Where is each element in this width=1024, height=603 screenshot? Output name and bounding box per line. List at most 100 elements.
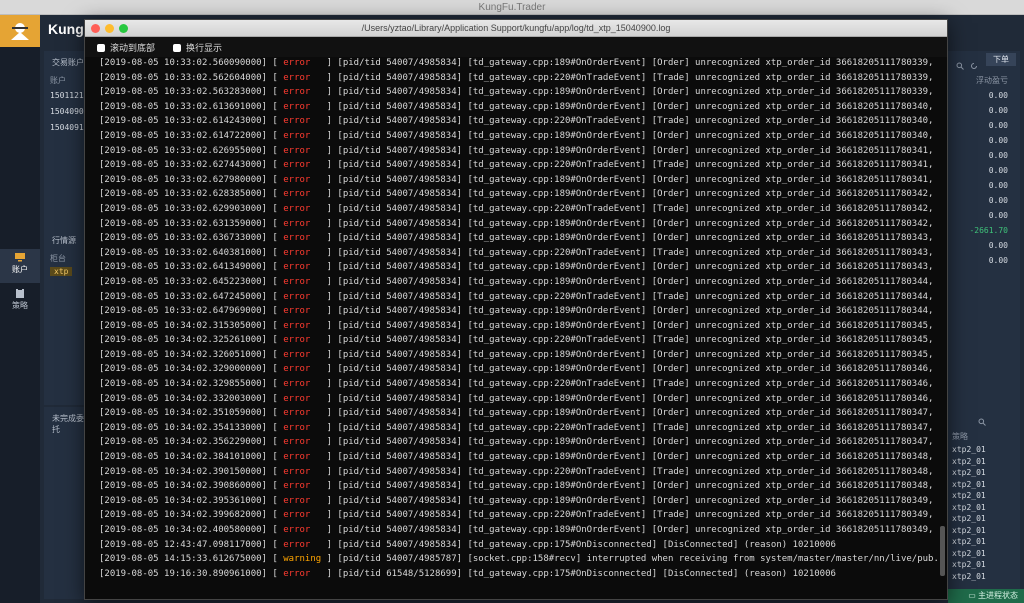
- log-level: error: [283, 174, 327, 185]
- log-line: [2019-08-05 10:33:02.562604000] [ error …: [99, 71, 939, 86]
- log-message: ] [pid/tid 54007/4985834] [td_gateway.cp…: [326, 466, 939, 477]
- log-line: [2019-08-05 10:34:02.399682000] [ error …: [99, 508, 939, 523]
- log-level: error: [283, 189, 327, 200]
- log-message: ] [pid/tid 54007/4985787] [socket.cpp:15…: [326, 554, 939, 565]
- maximize-icon[interactable]: [119, 24, 128, 33]
- log-timestamp: [2019-08-05 10:33:02.626955000] [: [99, 145, 284, 156]
- place-order-button[interactable]: 下单: [986, 53, 1016, 66]
- log-message: ] [pid/tid 54007/4985834] [td_gateway.cp…: [326, 320, 939, 331]
- pnl-value: 0.00: [988, 151, 1008, 160]
- log-line: [2019-08-05 10:33:02.627443000] [ error …: [99, 158, 939, 173]
- refresh-icon[interactable]: [970, 55, 978, 69]
- status-text: 主进程状态: [978, 591, 1018, 600]
- strategy-item[interactable]: xtp2_01: [952, 445, 986, 454]
- log-message: ] [pid/tid 54007/4985834] [td_gateway.cp…: [326, 349, 939, 360]
- strategy-item[interactable]: xtp2_01: [952, 537, 986, 546]
- log-message: ] [pid/tid 54007/4985834] [td_gateway.cp…: [326, 393, 939, 404]
- sidebar-item-strategy[interactable]: 策略: [0, 285, 40, 319]
- log-timestamp: [2019-08-05 10:34:02.332003000] [: [99, 393, 284, 404]
- log-level: error: [283, 335, 327, 346]
- log-window: /Users/yztao/Library/Application Support…: [84, 19, 948, 600]
- log-timestamp: [2019-08-05 10:33:02.628385000] [: [99, 189, 284, 200]
- col-float-pnl-header: 浮动盈亏: [976, 76, 1008, 85]
- main-process-status[interactable]: ▭ 主进程状态: [948, 589, 1024, 603]
- log-level: error: [283, 145, 327, 156]
- log-level: error: [283, 393, 327, 404]
- strategy-item[interactable]: xtp2_01: [952, 468, 986, 477]
- log-line: [2019-08-05 10:34:02.351059000] [ error …: [99, 406, 939, 421]
- log-level: error: [283, 218, 327, 229]
- log-level: error: [283, 525, 327, 535]
- log-line: [2019-08-05 10:33:02.560090000] [ error …: [99, 56, 939, 71]
- log-level: error: [283, 233, 327, 244]
- log-timestamp: [2019-08-05 10:33:02.640381000] [: [99, 247, 284, 258]
- kungfu-logo-icon: [11, 23, 29, 40]
- market-title: 行情源: [52, 236, 76, 245]
- wrap-display-checkbox[interactable]: 换行显示: [173, 41, 222, 54]
- log-window-title: /Users/yztao/Library/Application Support…: [361, 23, 671, 33]
- log-level: error: [283, 87, 327, 98]
- log-message: ] [pid/tid 54007/4985834] [td_gateway.cp…: [326, 335, 939, 346]
- log-line: [2019-08-05 19:16:30.890961000] [ error …: [99, 567, 939, 582]
- log-window-titlebar: /Users/yztao/Library/Application Support…: [85, 20, 947, 37]
- log-timestamp: [2019-08-05 10:33:02.627443000] [: [99, 160, 284, 171]
- log-line: [2019-08-05 10:34:02.395361000] [ error …: [99, 494, 939, 509]
- sidebar-item-label: 策略: [12, 301, 28, 310]
- log-line: [2019-08-05 10:34:02.390860000] [ error …: [99, 479, 939, 494]
- log-timestamp: [2019-08-05 10:34:02.356229000] [: [99, 437, 284, 448]
- minimize-icon[interactable]: [105, 24, 114, 33]
- log-line: [2019-08-05 10:34:02.329855000] [ error …: [99, 377, 939, 392]
- log-line: [2019-08-05 10:34:02.390150000] [ error …: [99, 465, 939, 480]
- log-message: ] [pid/tid 54007/4985834] [td_gateway.cp…: [326, 101, 939, 112]
- pnl-value: 0.00: [988, 241, 1008, 250]
- log-level: error: [283, 116, 327, 127]
- close-icon[interactable]: [91, 24, 100, 33]
- log-message: ] [pid/tid 54007/4985834] [td_gateway.cp…: [326, 87, 939, 98]
- log-message: ] [pid/tid 54007/4985834] [td_gateway.cp…: [326, 291, 939, 302]
- log-level: warning: [283, 554, 327, 565]
- strategy-item[interactable]: xtp2_01: [952, 457, 986, 466]
- log-message: ] [pid/tid 54007/4985834] [td_gateway.cp…: [326, 203, 939, 214]
- log-message: ] [pid/tid 54007/4985834] [td_gateway.cp…: [326, 189, 939, 200]
- account-row-3[interactable]: 15040910: [50, 123, 89, 132]
- log-level: error: [283, 203, 327, 214]
- strategy-item[interactable]: xtp2_01: [952, 480, 986, 489]
- brand-logo: [0, 15, 40, 47]
- strategy-item[interactable]: xtp2_01: [952, 526, 986, 535]
- log-line: [2019-08-05 10:34:02.325261000] [ error …: [99, 333, 939, 348]
- orders-title: 未完成委托: [52, 414, 84, 434]
- log-level: error: [283, 130, 327, 141]
- log-timestamp: [2019-08-05 10:33:02.645223000] [: [99, 276, 284, 287]
- sidebar-item-accounts[interactable]: 账户: [0, 249, 40, 283]
- strategy-item[interactable]: xtp2_01: [952, 572, 986, 581]
- search-icon[interactable]: [956, 55, 964, 70]
- log-level: error: [283, 262, 327, 273]
- strategy-item[interactable]: xtp2_01: [952, 514, 986, 523]
- log-message: ] [pid/tid 54007/4985834] [td_gateway.cp…: [326, 160, 939, 171]
- strategy-item[interactable]: xtp2_01: [952, 560, 986, 569]
- strategy-item[interactable]: xtp2_01: [952, 491, 986, 500]
- log-scrollbar[interactable]: [940, 56, 945, 576]
- scroll-to-bottom-label: 滚动到底部: [110, 42, 156, 53]
- log-level: error: [283, 437, 327, 448]
- log-timestamp: [2019-08-05 10:34:02.315305000] [: [99, 320, 284, 331]
- log-message: ] [pid/tid 54007/4985834] [td_gateway.cp…: [326, 437, 939, 448]
- log-line: [2019-08-05 10:34:02.400580000] [ error …: [99, 523, 939, 538]
- log-line: [2019-08-05 10:34:02.315305000] [ error …: [99, 319, 939, 334]
- log-message: ] [pid/tid 54007/4985834] [td_gateway.cp…: [326, 306, 939, 317]
- account-row-1[interactable]: 15011218: [50, 91, 89, 100]
- log-level: error: [283, 408, 327, 419]
- strategy-item[interactable]: xtp2_01: [952, 549, 986, 558]
- scroll-to-bottom-checkbox[interactable]: 滚动到底部: [97, 41, 155, 54]
- log-level: error: [283, 466, 327, 477]
- log-timestamp: [2019-08-05 10:33:02.562604000] [: [99, 72, 284, 83]
- strategy-search-icon[interactable]: [978, 411, 986, 426]
- strategy-item[interactable]: xtp2_01: [952, 503, 986, 512]
- log-timestamp: [2019-08-05 10:33:02.614243000] [: [99, 116, 284, 127]
- log-level: error: [283, 495, 327, 506]
- market-source-tag: xtp: [50, 267, 73, 276]
- log-timestamp: [2019-08-05 19:16:30.890961000] [: [99, 568, 284, 579]
- pnl-value: 0.00: [988, 181, 1008, 190]
- account-row-2[interactable]: 15040900: [50, 107, 89, 116]
- log-timestamp: [2019-08-05 10:33:02.614722000] [: [99, 130, 284, 141]
